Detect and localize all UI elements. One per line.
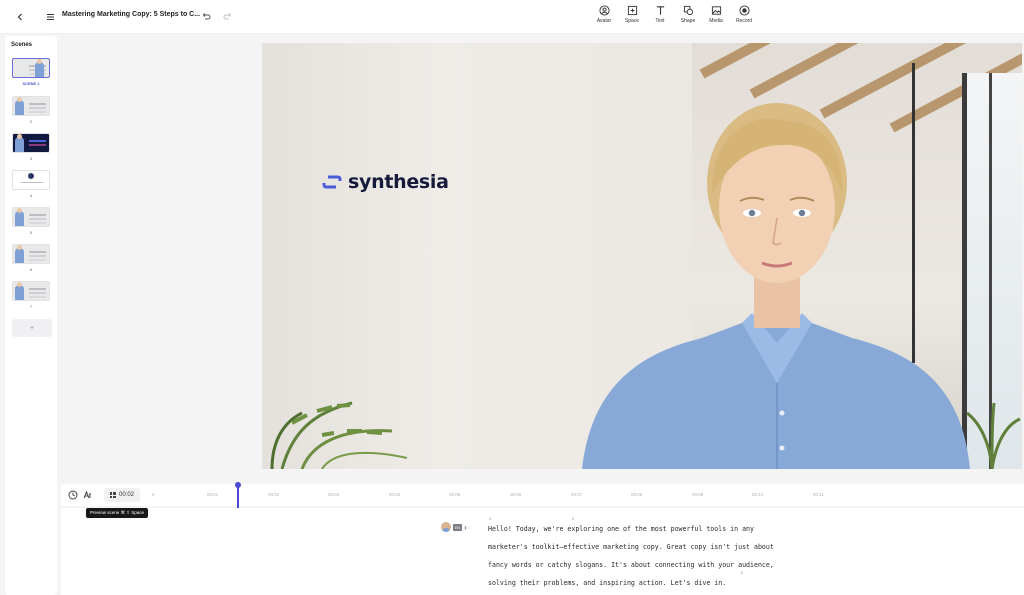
ai-avatar[interactable] [582,83,972,469]
grid-icon [109,492,116,498]
scene-thumbnail-2[interactable]: 2 [12,96,52,124]
logo-text: synthesia [348,171,449,193]
redo-icon [223,13,232,20]
scene-label: 3 [29,156,33,161]
space-tool-button[interactable]: Space [622,5,642,24]
timeline-tick: 00:11 [813,492,824,497]
timeline-tick: 00:04 [389,492,401,497]
insert-toolbar: Avatar Space Text Shape Media Record [594,5,754,24]
timeline[interactable]: 00:02 0 00:01 00:02 00:03 00:04 00:05 00… [61,482,1024,508]
record-tool-label: Record [735,18,753,24]
media-tool-label: Media [709,18,723,24]
scene-preview [12,133,50,153]
synthesia-logo-mark-icon [322,175,342,189]
scene-canvas[interactable]: synthesia [262,43,1022,469]
record-icon [738,5,750,16]
script-line: solving their problems, and inspiring ac… [488,579,727,587]
chevron-right-icon: › [464,522,467,532]
scene-label: 6 [29,267,33,272]
timeline-tick: 00:08 [631,492,643,497]
scene-preview [12,281,50,301]
top-bar: Mastering Marketing Copy: 5 Steps to C..… [0,0,1024,34]
script-line: Hello! Today, we're exploring one of the… [488,525,754,533]
timeline-tick: 00:09 [692,492,704,497]
project-title[interactable]: Mastering Marketing Copy: 5 Steps to C..… [62,11,200,18]
scene-preview [12,170,50,190]
preview-scene-button[interactable]: 00:02 [104,488,140,502]
plant-decoration [270,401,408,469]
chevron-left-icon [17,13,22,21]
record-tool-button[interactable]: Record [734,5,754,24]
scene-thumbnail-5[interactable]: 5 [12,207,52,235]
text-tool-label: Text [655,18,665,24]
script-line: fancy words or catchy slogans. It's abou… [488,561,774,569]
shape-icon [683,5,693,16]
shape-tool-label: Shape [680,18,696,24]
text-tool-button[interactable]: Text [650,5,670,24]
scene-preview [12,58,50,78]
scenes-panel: Scenes SCENE 1 2 3 4 5 6 7 + [5,36,57,595]
script-editor[interactable]: EN › 0 0 0 Hello! Today, we're exploring… [61,508,1024,595]
add-scene-button[interactable]: + [12,319,52,337]
avatar-icon [598,5,610,16]
synthesia-logo[interactable]: synthesia [322,171,449,193]
space-tool-label: Space [624,18,640,24]
scene-label: SCENE 1 [22,81,40,86]
scene-thumbnail-4[interactable]: 4 [12,170,52,198]
language-badge: EN [453,523,462,531]
scene-label: 2 [29,119,33,124]
scene-preview [12,96,50,116]
playhead[interactable] [235,482,241,508]
back-button[interactable] [12,9,28,25]
media-tool-button[interactable]: Media [706,5,726,24]
preview-scene-tooltip: Preview scene ⌘ ⇧ Space [86,508,149,518]
timeline-tick: 00:03 [328,492,340,497]
speaker-avatar [441,522,451,532]
timeline-tick: 00:05 [449,492,461,497]
scene-label: 4 [29,193,33,198]
scenes-title: Scenes [11,42,33,48]
script-text[interactable]: Hello! Today, we're exploring one of the… [488,520,798,592]
scene-label: 5 [29,230,33,235]
avatar-tool-button[interactable]: Avatar [594,5,614,24]
timeline-tick: 00:07 [571,492,583,497]
scene-thumbnail-3[interactable]: 3 [12,133,52,161]
timeline-tick: 0 [152,492,155,497]
hamburger-icon [46,14,54,20]
timeline-tick: 00:01 [207,492,219,497]
timeline-tick: 00:06 [510,492,522,497]
shape-tool-button[interactable]: Shape [678,5,698,24]
text-size-icon[interactable] [83,490,93,500]
scene-preview [12,207,50,227]
text-icon [656,6,664,15]
scene-thumbnail-7[interactable]: 7 [12,281,52,309]
undo-icon [202,13,211,20]
script-line: marketer's toolkit—effective marketing c… [488,543,774,551]
timeline-tick: 00:10 [752,492,764,497]
speaker-selector[interactable]: EN › [441,522,467,532]
space-icon [627,5,637,16]
media-icon [711,6,721,15]
redo-button[interactable] [222,10,236,24]
undo-button[interactable] [200,10,214,24]
scene-thumbnail-6[interactable]: 6 [12,244,52,272]
timeline-tick: 00:02 [268,492,280,497]
scene-preview [12,244,50,264]
clock-icon[interactable] [68,490,78,500]
scene-label: 7 [29,304,33,309]
menu-button[interactable] [42,9,58,25]
scene-thumbnail-1[interactable]: SCENE 1 [12,58,52,86]
avatar-tool-label: Avatar [596,18,612,24]
current-time: 00:02 [118,492,134,498]
